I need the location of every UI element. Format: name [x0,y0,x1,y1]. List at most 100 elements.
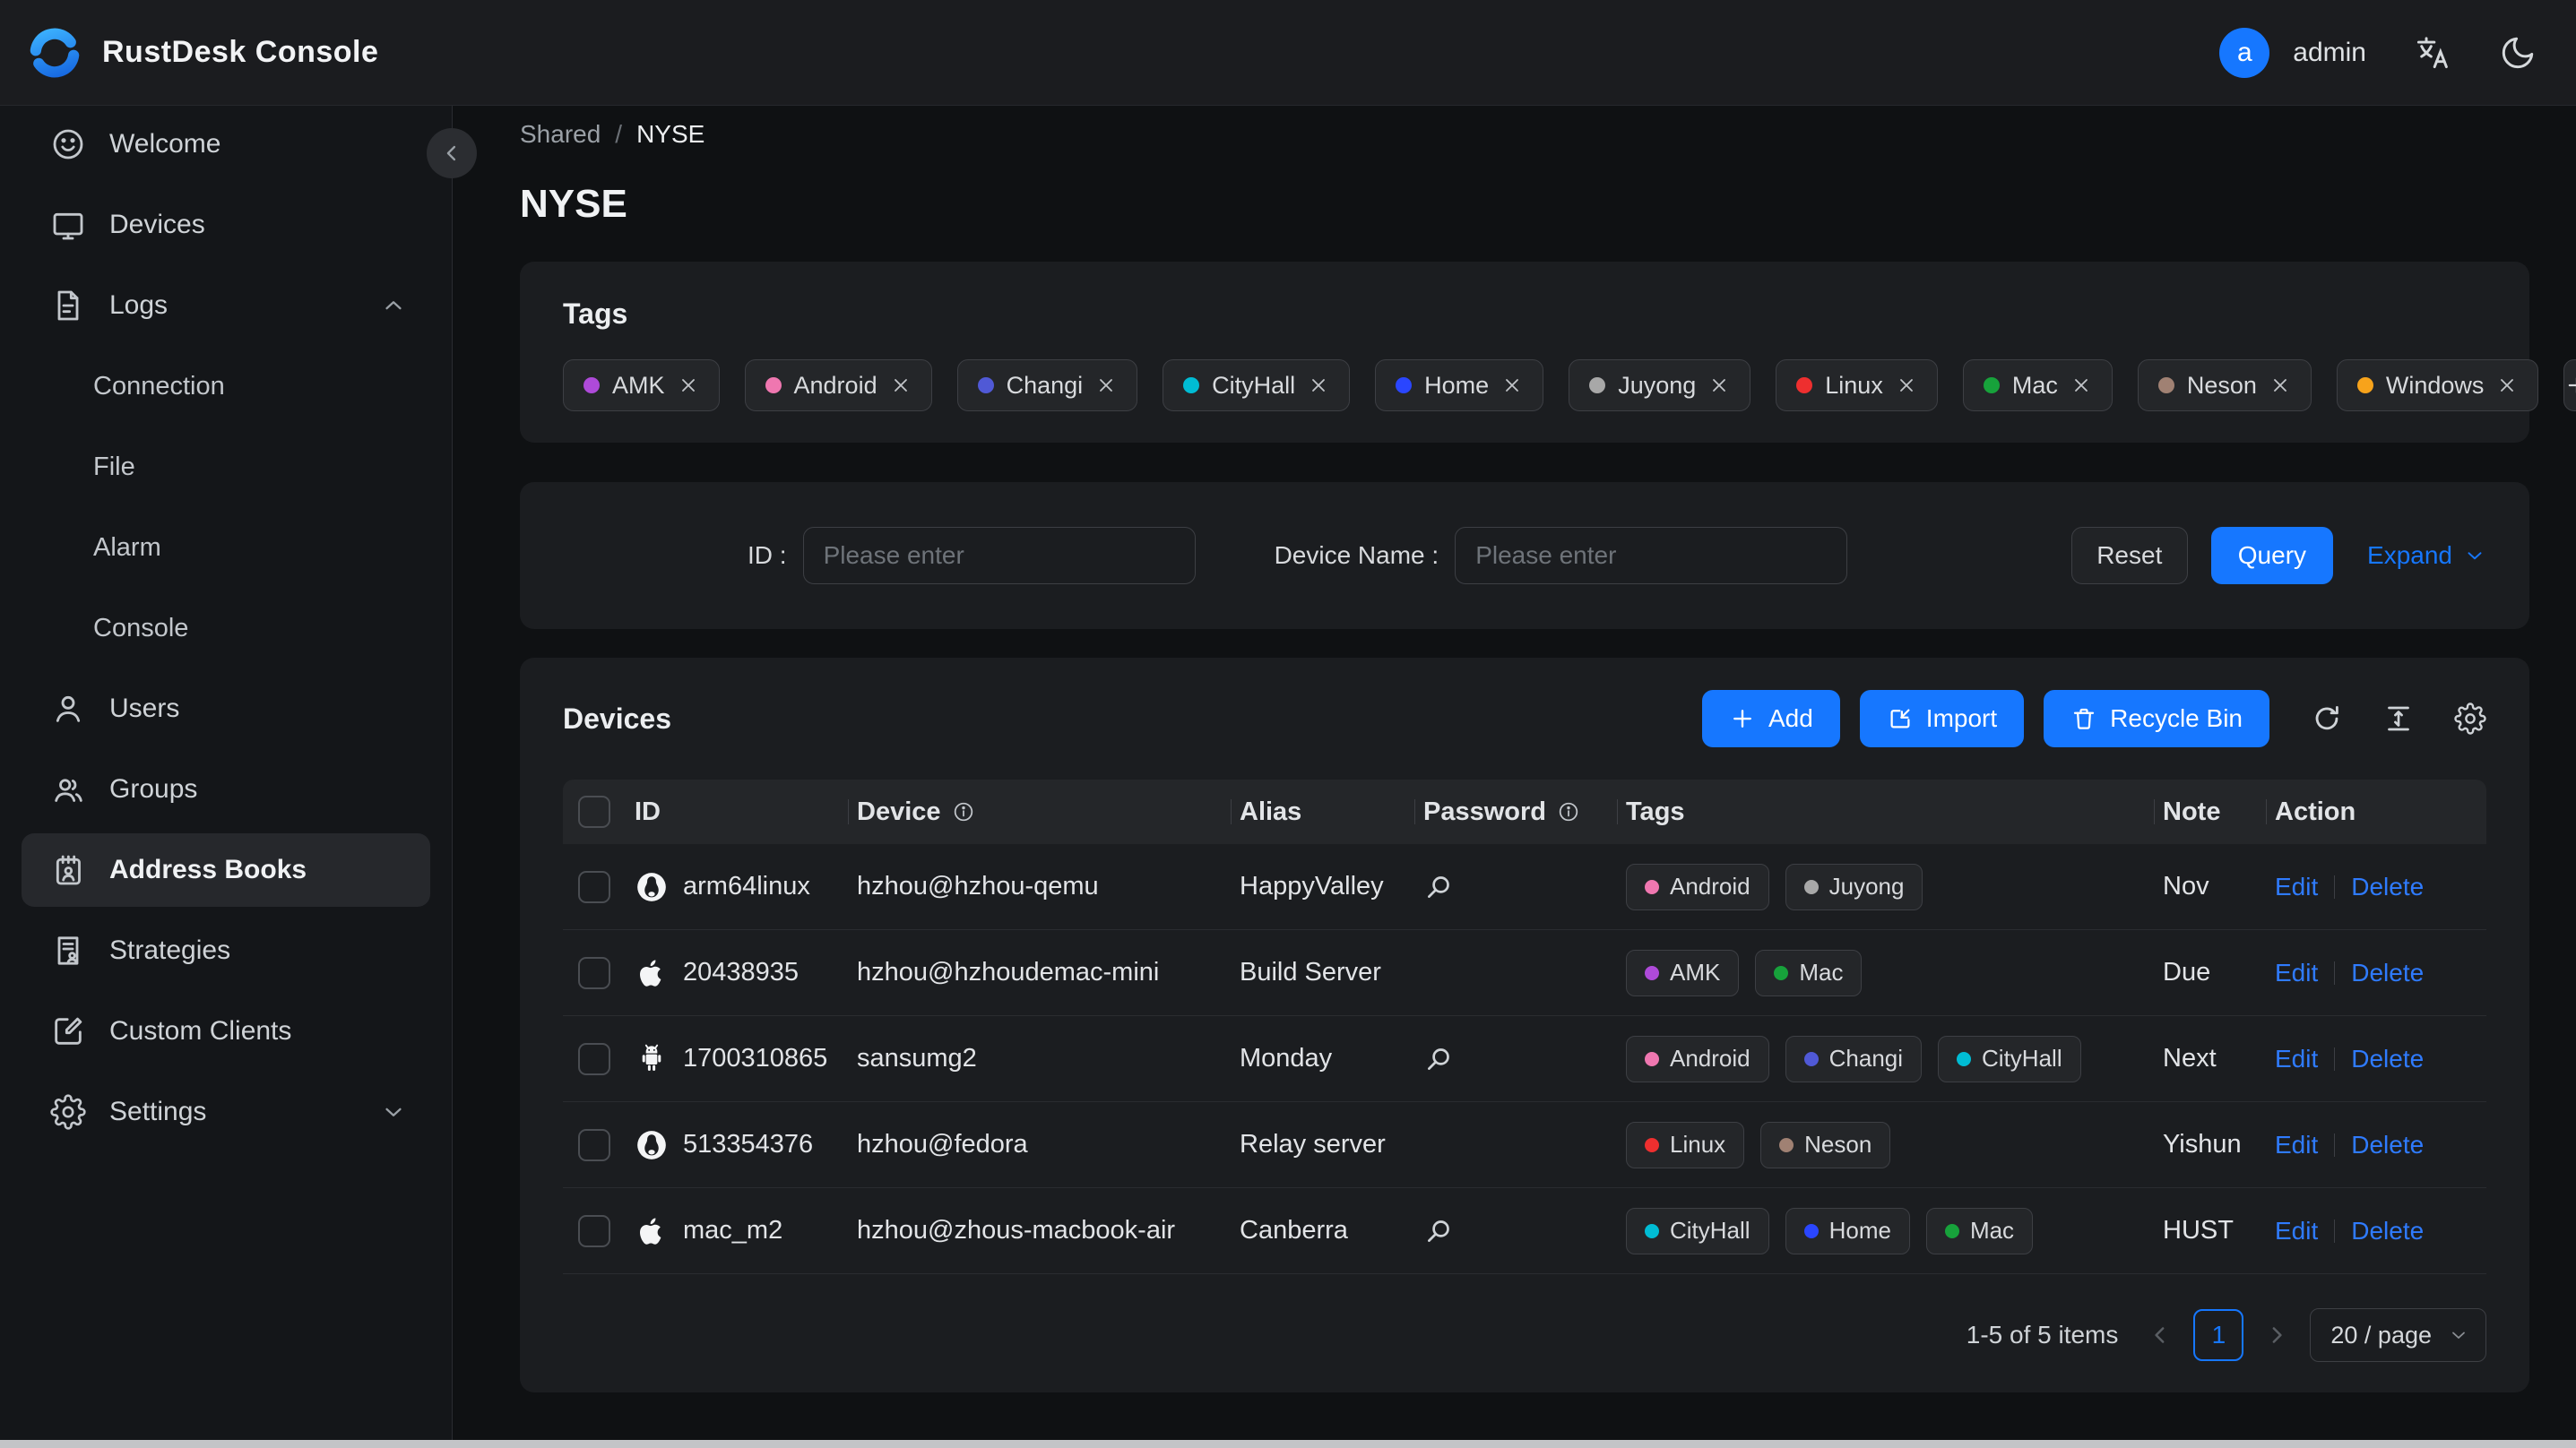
delete-link[interactable]: Delete [2351,1217,2424,1245]
edit-link[interactable]: Edit [2275,1131,2318,1159]
user-menu[interactable]: a admin [2219,27,2366,78]
edit-link[interactable]: Edit [2275,1217,2318,1245]
sidebar: Welcome Devices Logs Connection File Ala… [0,106,477,1448]
info-icon[interactable] [1557,800,1580,823]
row-tag: Mac [1755,949,1863,996]
sidebar-item-groups[interactable]: Groups [22,753,430,826]
sidebar-item-address-books[interactable]: Address Books [22,833,430,907]
column-header-note: Note [2154,780,2266,844]
delete-link[interactable]: Delete [2351,873,2424,901]
query-button[interactable]: Query [2210,527,2334,584]
reset-button[interactable]: Reset [2070,527,2188,584]
tag-chip-windows[interactable]: Windows [2336,359,2539,411]
linux-icon [635,1128,669,1162]
tag-chip-amk[interactable]: AMK [563,359,720,411]
close-icon[interactable] [2070,375,2092,396]
sidebar-item-users[interactable]: Users [22,672,430,746]
breadcrumb-parent[interactable]: Shared [520,120,601,149]
close-icon[interactable] [1095,375,1117,396]
tag-chip-cityhall[interactable]: CityHall [1163,359,1351,411]
select-all-checkbox[interactable] [578,796,610,828]
chevron-down-icon [2468,552,2482,560]
row-checkbox[interactable] [578,870,610,903]
device-name-input[interactable] [1455,527,1848,584]
rustdesk-console-app: RustDesk Console a admin Welcome Devices… [0,0,2576,1448]
expand-link[interactable]: Expand [2367,541,2486,570]
search-password-icon[interactable] [1423,1044,1454,1074]
close-icon[interactable] [1308,375,1329,396]
close-icon[interactable] [678,375,699,396]
avatar[interactable]: a [2219,27,2270,78]
refresh-icon[interactable] [2311,702,2343,735]
page-size-select[interactable]: 20 / page [2310,1308,2486,1362]
tag-chip-neson[interactable]: Neson [2137,359,2312,411]
edit-square-icon [50,1013,86,1049]
horizontal-scrollbar[interactable] [0,1440,2576,1448]
sidebar-item-logs[interactable]: Logs [22,269,430,342]
tags-card-title: Tags [563,297,628,330]
tag-chip-linux[interactable]: Linux [1776,359,1938,411]
tag-chip-android[interactable]: Android [744,359,932,411]
row-checkbox[interactable] [578,1042,610,1075]
devices-card: Devices Add Import Recycle Bin ID Device… [520,658,2529,1392]
tag-chip-mac[interactable]: Mac [1962,359,2113,411]
sidebar-subitem-alarm[interactable]: Alarm [22,511,430,584]
row-checkbox[interactable] [578,1214,610,1247]
tag-chip-juyong[interactable]: Juyong [1569,359,1751,411]
tag-color-dot [1183,377,1200,393]
close-icon[interactable] [1501,375,1523,396]
next-page-icon[interactable] [2263,1322,2290,1349]
search-password-icon[interactable] [1423,1216,1454,1246]
sidebar-item-label: Users [109,694,180,723]
device-name-field-label: Device Name : [1274,541,1439,569]
delete-link[interactable]: Delete [2351,959,2424,987]
column-height-icon[interactable] [2382,702,2415,735]
plus-icon [1729,705,1756,732]
row-checkbox[interactable] [578,956,610,989]
close-icon[interactable] [2269,375,2291,396]
close-icon[interactable] [1708,375,1730,396]
sidebar-item-label: Address Books [109,855,307,884]
delete-link[interactable]: Delete [2351,1045,2424,1073]
translate-icon[interactable] [2413,33,2452,73]
sidebar-subitem-connection[interactable]: Connection [22,349,430,423]
tag-color-dot [1589,377,1606,393]
close-icon[interactable] [890,375,912,396]
sidebar-item-devices[interactable]: Devices [22,188,430,262]
edit-link[interactable]: Edit [2275,959,2318,987]
moon-icon[interactable] [2499,34,2537,72]
apple-icon [635,1215,669,1247]
sidebar-item-custom-clients[interactable]: Custom Clients [22,995,430,1068]
sidebar-item-welcome[interactable]: Welcome [22,108,430,181]
column-header-tags: Tags [1617,780,2154,844]
brand: RustDesk Console [27,25,378,81]
delete-link[interactable]: Delete [2351,1131,2424,1159]
linux-icon [635,870,669,904]
sidebar-item-strategies[interactable]: Strategies [22,914,430,987]
row-checkbox[interactable] [578,1128,610,1161]
edit-link[interactable]: Edit [2275,1045,2318,1073]
info-icon[interactable] [952,800,975,823]
edit-link[interactable]: Edit [2275,873,2318,901]
sidebar-collapse-button[interactable] [427,128,477,178]
search-password-icon[interactable] [1423,872,1454,902]
page-number-button[interactable]: 1 [2193,1309,2244,1361]
add-button[interactable]: Add [1701,690,1840,747]
close-icon[interactable] [1896,375,1917,396]
tag-chip-changi[interactable]: Changi [956,359,1138,411]
table-settings-gear-icon[interactable] [2454,702,2486,735]
tag-color-dot [1983,377,2000,393]
recycle-bin-button[interactable]: Recycle Bin [2044,690,2269,747]
sidebar-item-settings[interactable]: Settings [22,1075,430,1149]
tag-chip-home[interactable]: Home [1375,359,1544,411]
pagination: 1-5 of 5 items 1 20 / page [563,1308,2486,1362]
close-icon[interactable] [2496,375,2518,396]
sidebar-subitem-file[interactable]: File [22,430,430,504]
user-icon [50,691,86,727]
add-tag-button[interactable] [2563,359,2576,411]
import-button[interactable]: Import [1859,690,2025,747]
prev-page-icon[interactable] [2147,1322,2174,1349]
id-input[interactable] [802,527,1196,584]
sidebar-subitem-console[interactable]: Console [22,591,430,665]
gear-icon [50,1094,86,1130]
